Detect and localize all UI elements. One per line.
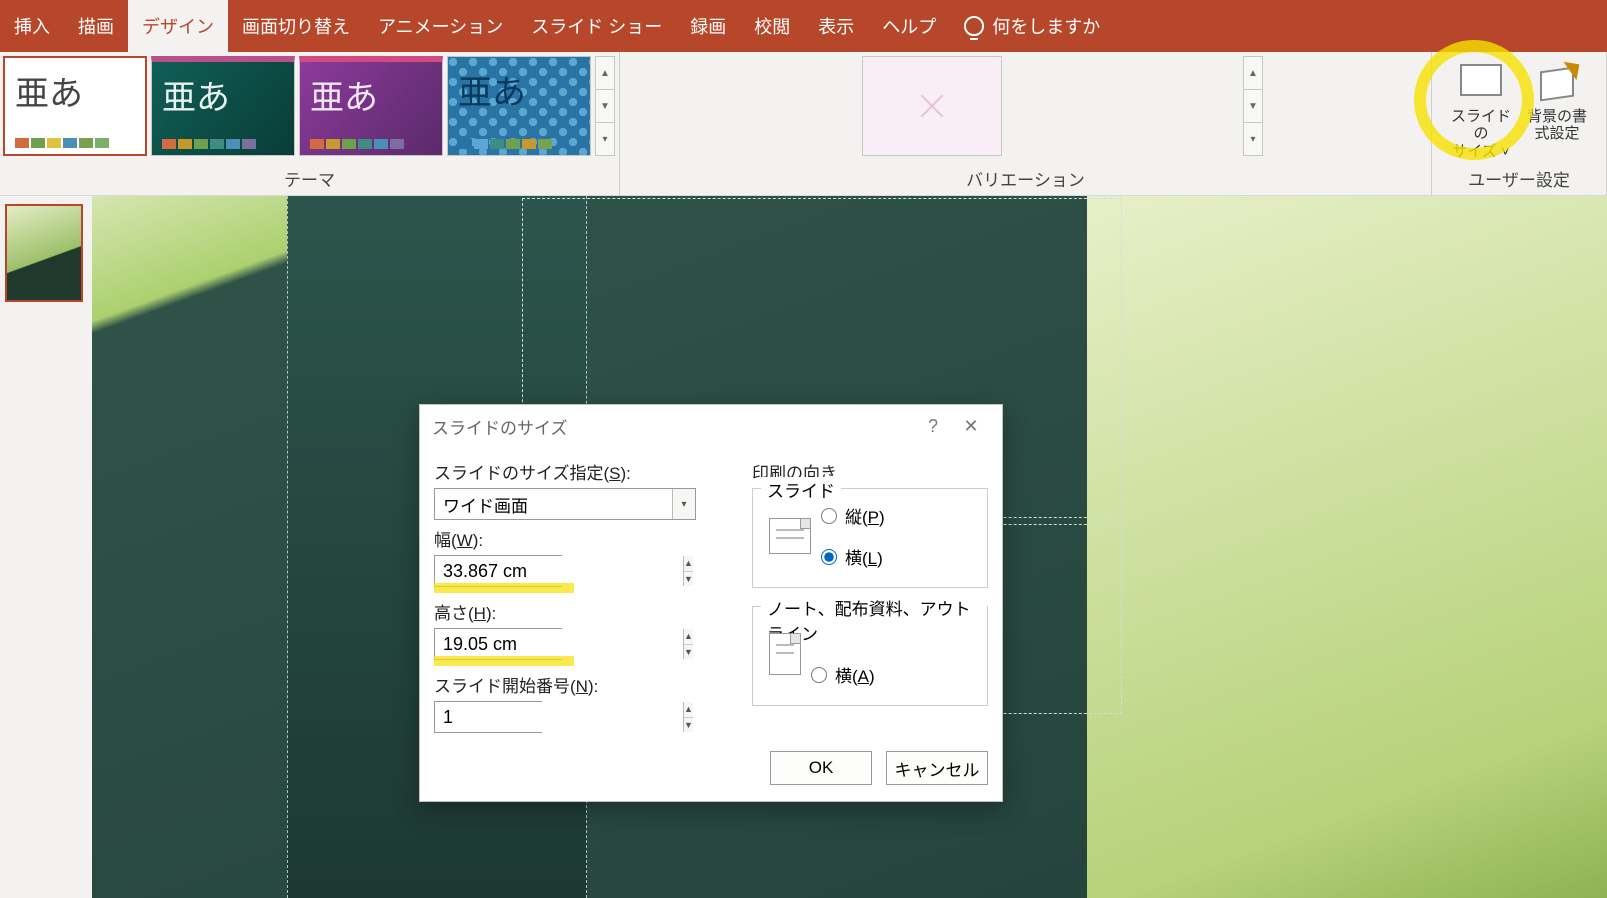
ok-button[interactable]: OK <box>770 751 872 785</box>
startnum-input[interactable] <box>435 702 683 732</box>
theme-chips <box>15 138 135 148</box>
placeholder-x-icon <box>917 91 947 121</box>
page-orientation-icon <box>769 518 811 554</box>
size-spec-combo[interactable]: ▾ <box>434 488 696 520</box>
scroll-up-icon[interactable]: ▲ <box>596 57 614 90</box>
customize-group: スライドの サイズ ˅ 背景の書 式設定 ユーザー設定 <box>1432 52 1607 196</box>
theme-group: 亜あ 亜あ 亜あ 亜あ <box>0 52 620 196</box>
expand-icon[interactable]: ▾ <box>596 123 614 155</box>
theme-thumb-3[interactable]: 亜あ <box>299 56 443 156</box>
size-spec-label: スライドのサイズ指定(S): <box>434 459 734 484</box>
height-input[interactable] <box>435 629 683 659</box>
slide-thumbnail-pane[interactable] <box>0 196 92 898</box>
theme-thumb-2[interactable]: 亜あ <box>151 56 295 156</box>
slide-size-label: スライドの サイズ ˅ <box>1445 108 1517 160</box>
slides-portrait-radio[interactable]: 縦(P) <box>821 503 885 528</box>
dialog-titlebar[interactable]: スライドのサイズ ? ✕ <box>420 405 1002 447</box>
theme-sample-text: 亜あ <box>310 70 432 119</box>
theme-chips <box>458 139 580 149</box>
format-background-icon <box>1536 63 1578 97</box>
scroll-down-icon[interactable]: ▼ <box>1244 90 1262 123</box>
width-input[interactable] <box>435 556 683 586</box>
format-background-button[interactable]: 背景の書 式設定 <box>1521 62 1593 147</box>
spin-up-icon[interactable]: ▲ <box>684 702 693 718</box>
width-label: 幅(W): <box>434 526 734 551</box>
tab-help[interactable]: ヘルプ <box>868 0 950 52</box>
tab-view[interactable]: 表示 <box>804 0 868 52</box>
theme-chips <box>310 139 432 149</box>
annotation-highlight <box>434 656 574 666</box>
slides-landscape-radio[interactable]: 横(L) <box>821 544 885 569</box>
theme-sample-text: 亜あ <box>458 65 580 114</box>
tab-insert[interactable]: 挿入 <box>0 0 64 52</box>
variation-group: ▲ ▼ ▾ バリエーション <box>620 52 1432 196</box>
theme-chips <box>162 139 284 149</box>
dialog-close-button[interactable]: ✕ <box>952 416 990 437</box>
dropdown-caret-icon[interactable]: ▾ <box>672 489 695 519</box>
theme-sample-text: 亜あ <box>162 70 284 119</box>
page-orientation-icon <box>769 633 801 675</box>
theme-thumb-4[interactable]: 亜あ <box>447 56 591 156</box>
scroll-down-icon[interactable]: ▼ <box>596 90 614 123</box>
theme-group-label: テーマ <box>3 166 616 194</box>
variation-gallery-expand[interactable]: ▲ ▼ ▾ <box>1243 56 1263 156</box>
tab-draw[interactable]: 描画 <box>64 0 128 52</box>
dialog-title-text: スライドのサイズ <box>432 414 568 439</box>
variation-group-label: バリエーション <box>623 166 1428 194</box>
tab-review[interactable]: 校閲 <box>740 0 804 52</box>
cancel-button[interactable]: キャンセル <box>886 751 988 785</box>
spin-down-icon[interactable]: ▼ <box>684 572 693 587</box>
slides-orientation-fieldset: スライド 縦(P) 横(L) <box>752 488 988 588</box>
slide-light-panel <box>1087 196 1607 898</box>
slide-size-button[interactable]: スライドの サイズ ˅ <box>1445 62 1517 164</box>
spin-down-icon[interactable]: ▼ <box>684 645 693 660</box>
size-spec-input[interactable] <box>435 489 672 519</box>
ribbon-content: 亜あ 亜あ 亜あ 亜あ <box>0 52 1607 196</box>
tell-me-label: 何をしますか <box>992 13 1100 39</box>
annotation-highlight <box>434 583 574 593</box>
startnum-label: スライド開始番号(N): <box>434 672 734 697</box>
tab-design[interactable]: デザイン <box>128 0 228 52</box>
dialog-help-button[interactable]: ? <box>914 416 952 437</box>
tab-transitions[interactable]: 画面切り替え <box>228 0 364 52</box>
spin-up-icon[interactable]: ▲ <box>684 556 693 572</box>
theme-thumb-1[interactable]: 亜あ <box>3 56 147 156</box>
main-area: スライドのサイズ ? ✕ スライドのサイズ指定(S): ▾ 幅(W): ▲▼ 高… <box>0 196 1607 898</box>
slides-legend: スライド <box>761 477 841 502</box>
theme-sample-text: 亜あ <box>15 66 135 115</box>
tell-me-search[interactable]: 何をしますか <box>950 0 1114 52</box>
tab-record[interactable]: 録画 <box>676 0 740 52</box>
ribbon-tab-strip: 挿入 描画 デザイン 画面切り替え アニメーション スライド ショー 録画 校閲… <box>0 0 1607 52</box>
slide-thumbnail-1[interactable] <box>5 204 83 302</box>
scroll-up-icon[interactable]: ▲ <box>1244 57 1262 90</box>
tab-slideshow[interactable]: スライド ショー <box>517 0 676 52</box>
tab-animations[interactable]: アニメーション <box>364 0 517 52</box>
format-background-label: 背景の書 式設定 <box>1527 108 1587 143</box>
height-label: 高さ(H): <box>434 599 734 624</box>
theme-gallery-expand[interactable]: ▲ ▼ ▾ <box>595 56 615 156</box>
spin-down-icon[interactable]: ▼ <box>684 718 693 733</box>
notes-orientation-fieldset: ノート、配布資料、アウトライン 縦(O) 横(A) <box>752 606 988 706</box>
slide-size-dialog: スライドのサイズ ? ✕ スライドのサイズ指定(S): ▾ 幅(W): ▲▼ 高… <box>419 404 1003 802</box>
lightbulb-icon <box>964 16 984 36</box>
notes-landscape-radio[interactable]: 横(A) <box>811 662 877 687</box>
startnum-spinner[interactable]: ▲▼ <box>434 701 542 733</box>
customize-group-label: ユーザー設定 <box>1435 166 1603 194</box>
spin-up-icon[interactable]: ▲ <box>684 629 693 645</box>
slide-size-icon <box>1460 64 1502 96</box>
variation-thumb[interactable] <box>862 56 1002 156</box>
expand-icon[interactable]: ▾ <box>1244 123 1262 155</box>
